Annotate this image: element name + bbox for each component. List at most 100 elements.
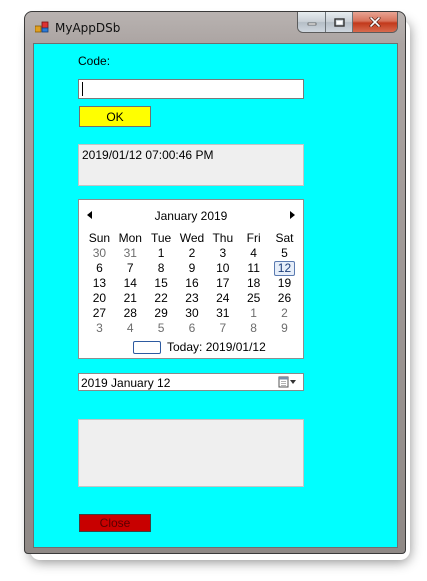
calendar-day-number: 22	[154, 291, 168, 305]
calendar-day-number: 1	[157, 246, 165, 260]
calendar-day[interactable]: 26	[269, 291, 300, 306]
weekday-header: Fri	[246, 231, 261, 245]
app-window: MyAppDSb Code: OK 2019/01/12 07:00:46 PM…	[24, 11, 406, 554]
calendar-day[interactable]: 29	[146, 306, 177, 321]
caption-buttons	[297, 12, 398, 33]
calendar-day-number: 11	[247, 261, 260, 275]
title-bar[interactable]: MyAppDSb	[25, 12, 405, 41]
month-calendar[interactable]: January 2019 Sun Mon Tue Wed Thu Fri Sat 30 31 1…	[78, 199, 304, 359]
code-input[interactable]	[78, 79, 304, 99]
calendar-week-row: 13 14 15 16 17 18 19	[84, 276, 300, 291]
calendar-day[interactable]: 16	[177, 276, 208, 291]
calendar-month-title[interactable]: January 2019	[79, 209, 303, 223]
calendar-day-number: 13	[92, 276, 107, 290]
calendar-day[interactable]: 6	[177, 321, 208, 336]
calendar-day[interactable]: 2	[269, 306, 300, 321]
calendar-day[interactable]: 3	[84, 321, 115, 336]
calendar-day-number: 23	[185, 291, 199, 305]
calendar-day[interactable]: 15	[146, 276, 177, 291]
calendar-day[interactable]: 30	[84, 246, 115, 261]
window-title: MyAppDSb	[55, 21, 121, 35]
calendar-day[interactable]: 4	[238, 246, 269, 261]
calendar-day[interactable]: 18	[238, 276, 269, 291]
calendar-day-number: 27	[92, 306, 107, 320]
calendar-day[interactable]: 10	[207, 261, 238, 276]
maximize-icon	[333, 17, 345, 27]
calendar-day[interactable]: 4	[115, 321, 146, 336]
calendar-day-number: 6	[188, 321, 196, 335]
calendar-week-row: 27 28 29 30 31 1 2	[84, 306, 300, 321]
calendar-day-number: 31	[216, 306, 230, 320]
calendar-day[interactable]: 7	[115, 261, 146, 276]
calendar-day-number: 29	[154, 306, 168, 320]
calendar-day-number: 7	[219, 321, 227, 335]
calendar-day[interactable]: 13	[84, 276, 115, 291]
calendar-day[interactable]: 11	[238, 261, 269, 276]
calendar-day[interactable]: 22	[146, 291, 177, 306]
today-marker-icon	[133, 340, 161, 354]
minimize-icon	[307, 22, 316, 26]
calendar-day-number: 18	[246, 276, 261, 290]
calendar-day[interactable]: 2	[177, 246, 208, 261]
calendar-day[interactable]: 1	[238, 306, 269, 321]
text-caret	[82, 82, 83, 96]
calendar-day-number: 17	[216, 276, 230, 290]
minimize-button[interactable]	[298, 12, 326, 32]
calendar-day[interactable]: 5	[146, 321, 177, 336]
calendar-day[interactable]: 8	[146, 261, 177, 276]
calendar-day[interactable]: 23	[177, 291, 208, 306]
calendar-day[interactable]: 6	[84, 261, 115, 276]
calendar-week-row: 3 4 5 6 7 8 9	[84, 321, 300, 336]
calendar-day[interactable]: 24	[207, 291, 238, 306]
today-text: Today: 2019/01/12	[167, 340, 266, 354]
weekday-header: Wed	[179, 231, 205, 245]
ok-button[interactable]: OK	[79, 106, 151, 127]
code-label: Code:	[78, 54, 111, 68]
weekday-header: Sat	[275, 231, 294, 245]
calendar-day[interactable]: 9	[269, 321, 300, 336]
next-month-icon[interactable]	[290, 211, 295, 219]
calendar-day-number: 12	[273, 261, 296, 276]
close-button[interactable]: Close	[79, 514, 151, 532]
form-client-area: Code: OK 2019/01/12 07:00:46 PM January …	[33, 43, 398, 548]
calendar-day-number: 25	[246, 291, 261, 305]
calendar-day[interactable]: 8	[238, 321, 269, 336]
weekday-header-row: Sun Mon Tue Wed Thu Fri Sat	[84, 231, 300, 246]
calendar-day-number: 2	[188, 246, 196, 260]
output-panel	[78, 419, 304, 487]
calendar-day[interactable]: 27	[84, 306, 115, 321]
calendar-day[interactable]: 30	[177, 306, 208, 321]
calendar-day-number: 9	[188, 261, 196, 275]
calendar-week-row: 30 31 1 2 3 4 5	[84, 246, 300, 261]
calendar-day[interactable]: 14	[115, 276, 146, 291]
calendar-day[interactable]: 20	[84, 291, 115, 306]
calendar-day[interactable]: 5	[269, 246, 300, 261]
calendar-day[interactable]: 21	[115, 291, 146, 306]
calendar-day[interactable]: 3	[207, 246, 238, 261]
close-window-button[interactable]	[353, 12, 397, 32]
calendar-day[interactable]: 31	[115, 246, 146, 261]
calendar-day[interactable]: 19	[269, 276, 300, 291]
date-picker[interactable]: 2019 January 12	[78, 373, 304, 391]
calendar-day-number: 26	[277, 291, 292, 305]
calendar-day[interactable]: 25	[238, 291, 269, 306]
calendar-day-number: 30	[185, 306, 199, 320]
weekday-header: Thu	[212, 231, 234, 245]
timestamp-text: 2019/01/12 07:00:46 PM	[82, 148, 214, 162]
calendar-day[interactable]: 31	[207, 306, 238, 321]
calendar-day-number: 4	[250, 246, 257, 260]
calendar-day[interactable]: 7	[207, 321, 238, 336]
calendar-day[interactable]: 9	[177, 261, 208, 276]
calendar-day[interactable]: 1	[146, 246, 177, 261]
calendar-dropdown-icon[interactable]	[278, 376, 298, 388]
calendar-week-row: 20 21 22 23 24 25 26	[84, 291, 300, 306]
calendar-day-number: 21	[123, 291, 137, 305]
today-link[interactable]: Today: 2019/01/12	[133, 340, 266, 354]
calendar-day-number: 5	[157, 321, 165, 335]
calendar-day[interactable]: 17	[207, 276, 238, 291]
calendar-day-number: 7	[126, 261, 134, 275]
maximize-button[interactable]	[326, 12, 353, 32]
calendar-day[interactable]: 28	[115, 306, 146, 321]
calendar-day-selected[interactable]: 12	[269, 261, 300, 276]
calendar-day-number: 19	[277, 276, 292, 290]
